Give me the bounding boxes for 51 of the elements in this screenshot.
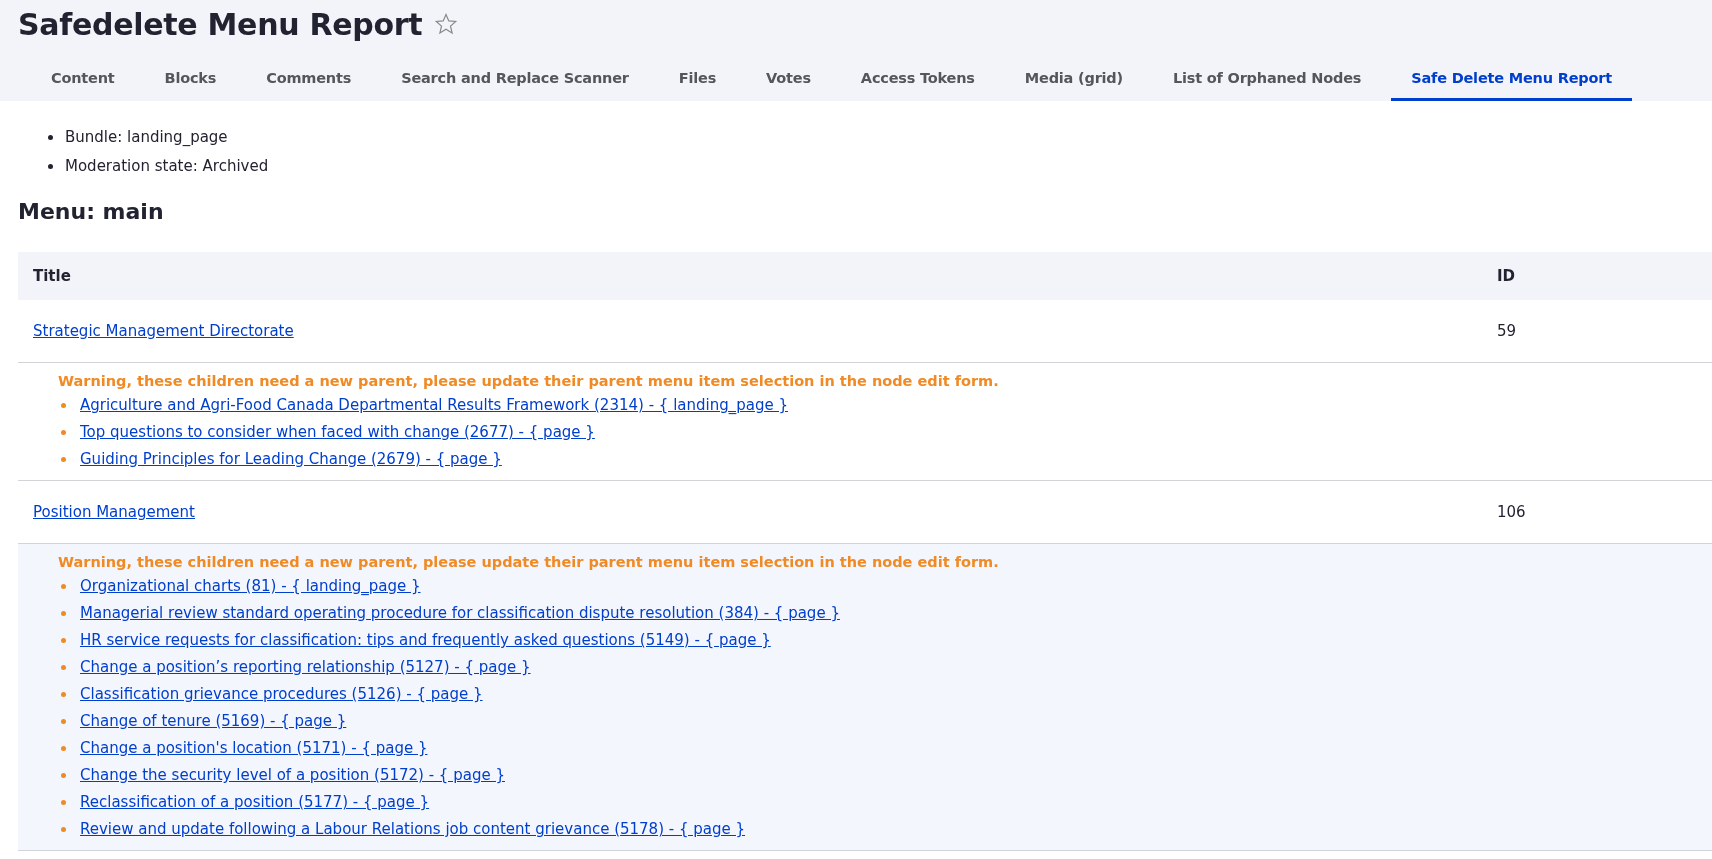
tab[interactable]: Search and Replace Scanner: [381, 55, 649, 101]
tab[interactable]: Blocks: [144, 55, 237, 101]
child-node-link[interactable]: Guiding Principles for Leading Change (2679) - { page }: [80, 446, 502, 473]
tab[interactable]: Files: [658, 55, 737, 101]
tab[interactable]: Access Tokens: [840, 55, 995, 101]
tab[interactable]: Safe Delete Menu Report: [1391, 55, 1632, 101]
bullet-icon: [61, 800, 66, 805]
bullet-icon: [61, 827, 66, 832]
page-title: Safedelete Menu Report: [18, 6, 423, 42]
child-node-link[interactable]: HR service requests for classification: tips and frequently asked questions (5149) - { page }: [80, 627, 771, 654]
bullet-icon: [61, 403, 66, 408]
menu-item-link[interactable]: Position Management: [33, 503, 195, 521]
child-node-link[interactable]: Managerial review standard operating procedure for classification dispute resolution (384) - { page }: [80, 600, 840, 627]
column-heading: Title: [33, 267, 71, 285]
column-heading: ID: [1497, 267, 1516, 285]
warning-message: Warning, these children need a new parent, please update their parent menu item selection in the node edit form.: [58, 553, 1000, 572]
child-node-link[interactable]: Classification grievance procedures (5126) - { page }: [80, 681, 483, 708]
bullet-icon: [61, 457, 66, 462]
child-node-link[interactable]: Organizational charts (81) - { landing_page }: [80, 573, 421, 600]
child-node-link[interactable]: Change of tenure (5169) - { page }: [80, 708, 347, 735]
tab[interactable]: Comments: [246, 55, 372, 101]
bullet-icon: [61, 638, 66, 643]
tab[interactable]: Votes: [746, 55, 831, 101]
bullet-icon: [61, 746, 66, 751]
child-node-link[interactable]: Reclassification of a position (5177) - { page }: [80, 789, 430, 816]
child-node-link[interactable]: Review and update following a Labour Relations job content grievance (5178) - { page }: [80, 816, 746, 843]
bullet-icon: [48, 135, 53, 140]
star-icon[interactable]: [434, 12, 459, 36]
child-node-link[interactable]: Top questions to consider when faced with change (2677) - { page }: [80, 419, 595, 446]
warning-message: Warning, these children need a new parent, please update their parent menu item selection in the node edit form.: [58, 372, 1000, 391]
child-node-link[interactable]: Agriculture and Agri-Food Canada Departmental Results Framework (2314) - { landing_page }: [80, 392, 788, 419]
menu-item-id: 106: [1497, 503, 1526, 521]
tab[interactable]: List of Orphaned Nodes: [1153, 55, 1382, 101]
child-node-link[interactable]: Change the security level of a position (5172) - { page }: [80, 762, 505, 789]
tab[interactable]: Media (grid): [1004, 55, 1143, 101]
bullet-icon: [61, 719, 66, 724]
bullet-icon: [61, 611, 66, 616]
bullet-icon: [61, 692, 66, 697]
detail-item: Bundle: landing_page: [65, 127, 228, 148]
bullet-icon: [61, 773, 66, 778]
menu-heading: Menu: main: [18, 199, 165, 224]
child-node-link[interactable]: Change a position's location (5171) - { page }: [80, 735, 428, 762]
child-node-link[interactable]: Change a position’s reporting relationship (5127) - { page }: [80, 654, 531, 681]
menu-item-link[interactable]: Strategic Management Directorate: [33, 322, 294, 340]
bullet-icon: [48, 164, 53, 169]
tab[interactable]: Content: [31, 55, 135, 101]
bullet-icon: [61, 584, 66, 589]
bullet-icon: [61, 665, 66, 670]
bullet-icon: [61, 430, 66, 435]
menu-item-id: 59: [1497, 322, 1517, 340]
detail-item: Moderation state: Archived: [65, 156, 269, 177]
